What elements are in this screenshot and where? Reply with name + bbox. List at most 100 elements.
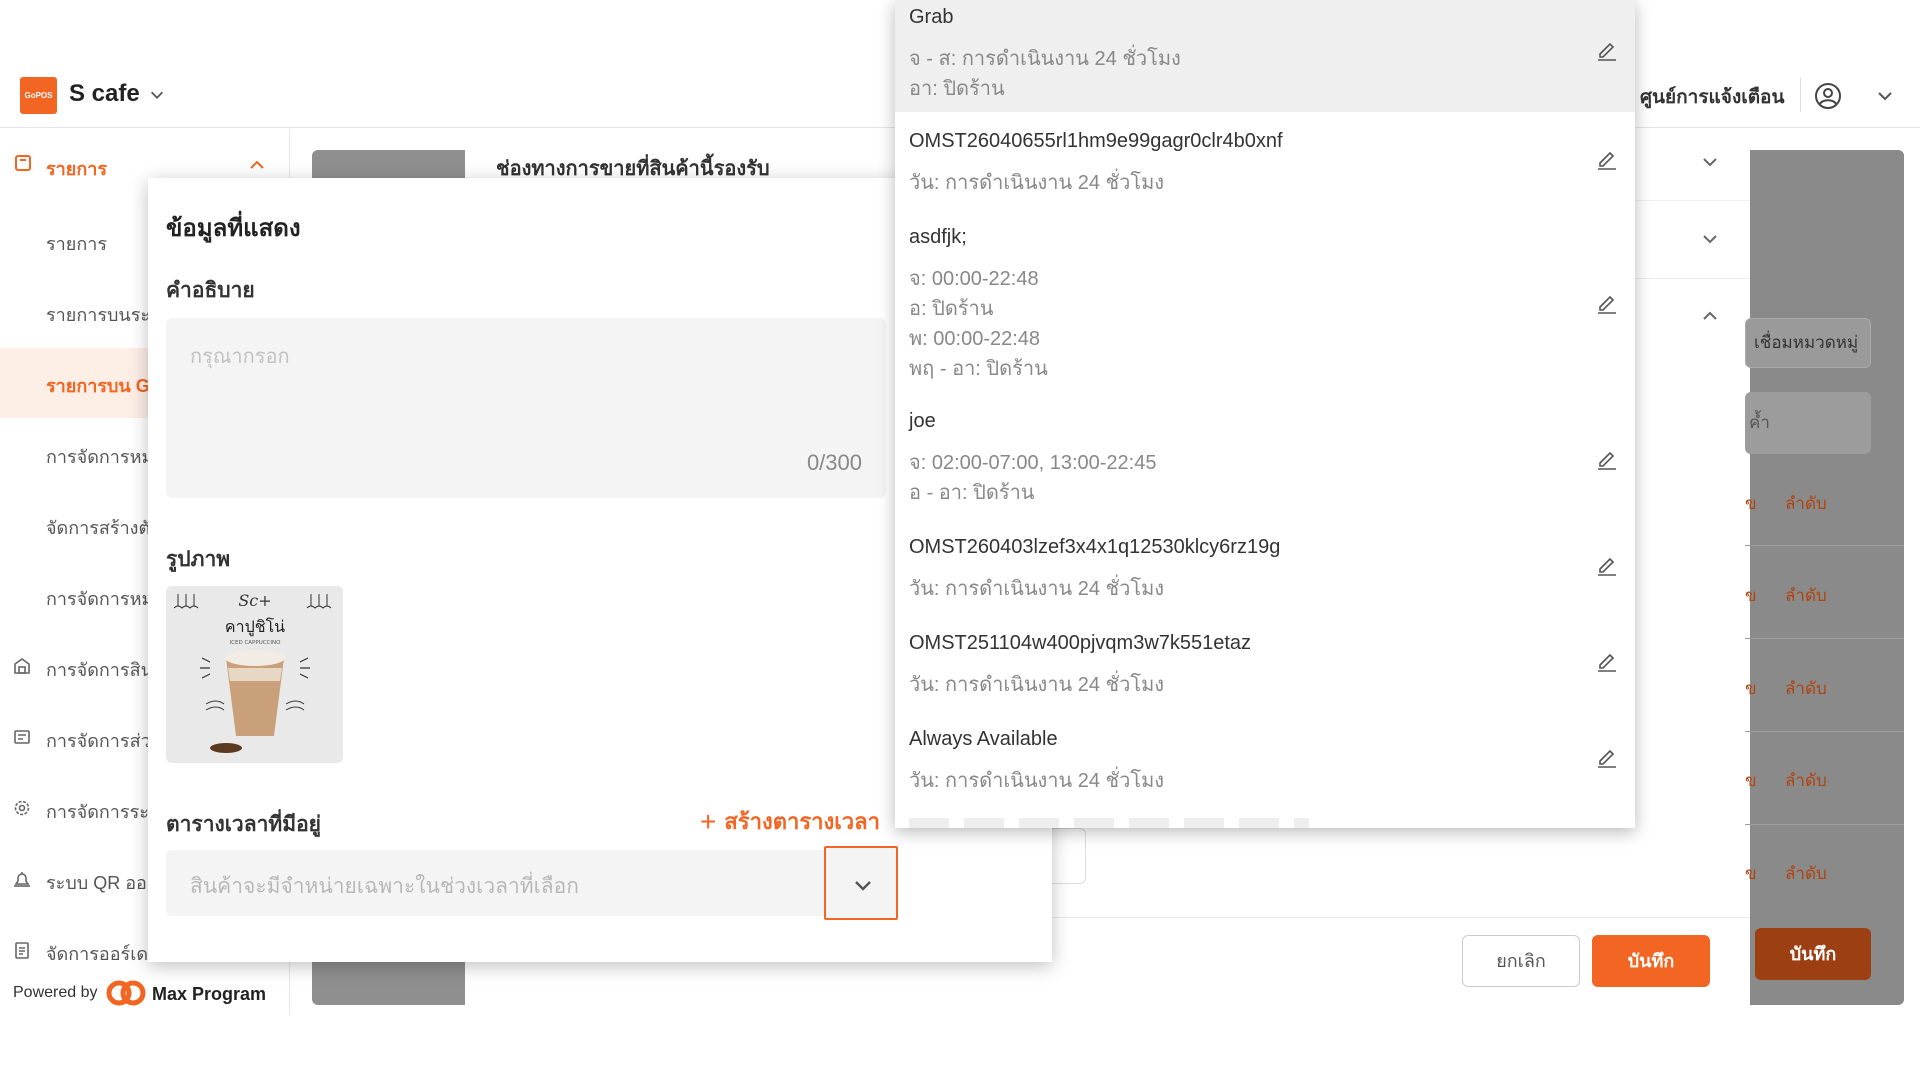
store-name[interactable]: S cafe (69, 80, 140, 108)
schedule-name: asdfjk; (909, 226, 967, 248)
edit-icon[interactable] (1595, 648, 1619, 672)
schedule-option[interactable]: OMST260403lzef3x4x1q12530klcy6rz19g วัน:… (895, 518, 1635, 614)
edit-icon[interactable] (1595, 446, 1619, 470)
schedule-name: Always Available (909, 728, 1058, 750)
clipboard-icon (15, 942, 29, 959)
app-logo: GoPOS (20, 77, 57, 114)
edit-icon[interactable] (1595, 37, 1619, 61)
image-label: รูปภาพ (166, 548, 231, 571)
row-divider (1745, 545, 1904, 546)
sidebar-item-label: การจัดการสิน (46, 660, 153, 680)
edit-icon[interactable] (1595, 552, 1619, 576)
cancel-button[interactable]: ยกเลิก (1462, 935, 1580, 987)
chevron-down-icon[interactable] (148, 86, 166, 104)
row-edit-link[interactable]: ข (1745, 675, 1757, 702)
behind-search-field[interactable]: ค้ำ (1745, 392, 1871, 454)
chevron-up-icon[interactable] (248, 156, 266, 174)
row-order-link[interactable]: ลำดับ (1785, 582, 1827, 609)
create-schedule-label: สร้างตารางเวลา (724, 809, 880, 834)
edit-icon[interactable] (1595, 146, 1619, 170)
sidebar-item-label: การจัดการระ (46, 802, 149, 822)
row-divider (1745, 824, 1904, 825)
schedule-option[interactable]: joe จ: 02:00-07:00, 13:00-22:45 อ - อา: … (895, 392, 1635, 518)
chevron-down-icon[interactable] (1875, 86, 1895, 106)
schedule-option[interactable]: OMST251104w400pjvqm3w7k551etaz วัน: การด… (895, 614, 1635, 710)
list-icon (15, 155, 31, 171)
chevron-down-icon[interactable] (1700, 152, 1720, 172)
divider (1625, 278, 1750, 279)
modal-title: ข้อมูลที่แสดง (166, 215, 301, 242)
sidebar-item-label: จัดการออร์เด (46, 944, 149, 964)
outer-save-button[interactable]: บันทึก (1755, 928, 1871, 980)
schedule-name: OMST251104w400pjvqm3w7k551etaz (909, 632, 1252, 654)
row-order-link[interactable]: ลำดับ (1785, 490, 1827, 517)
sidebar-section-label: รายการ (46, 159, 107, 179)
schedule-hours: วัน: การดำเนินงาน 24 ชั่วโมง (909, 770, 1165, 792)
sidebar-item-label: รายการ (46, 234, 107, 254)
brand-name: Max Program (152, 984, 267, 1004)
behind-select-edge (1050, 828, 1086, 884)
schedule-hours: พ: 00:00-22:48 (909, 328, 1041, 350)
save-button[interactable]: บันทึก (1592, 935, 1710, 987)
sidebar-item-label: จัดการสร้างตั (46, 518, 151, 538)
partial-option-cutoff (909, 818, 1309, 828)
edit-icon[interactable] (1595, 744, 1619, 768)
ticket-icon (14, 730, 30, 744)
link-category-button[interactable]: เชื่อมหมวดหมู่ (1745, 318, 1871, 368)
row-edit-link[interactable]: ข (1745, 490, 1757, 517)
bell-icon (14, 872, 30, 887)
row-order-link[interactable]: ลำดับ (1785, 675, 1827, 702)
row-divider (1745, 638, 1904, 639)
row-order-link[interactable]: ลำดับ (1785, 860, 1827, 887)
schedule-dropdown-toggle[interactable] (824, 846, 898, 920)
schedule-name: Grab (909, 6, 954, 28)
plus-icon: + (700, 806, 717, 837)
row-edit-link[interactable]: ข (1745, 860, 1757, 887)
row-edit-link[interactable]: ข (1745, 767, 1757, 794)
schedule-hours: อ: ปิดร้าน (909, 298, 994, 320)
schedule-select[interactable]: สินค้าจะมีจำหน่ายเฉพาะในช่วงเวลาที่เลือก (166, 850, 841, 916)
image-brand-text: Sc+ (238, 591, 271, 610)
schedule-placeholder: สินค้าจะมีจำหน่ายเฉพาะในช่วงเวลาที่เลือก (190, 875, 579, 898)
sidebar-item-label: การจัดการหม (46, 447, 154, 467)
schedule-name: OMST26040655rl1hm9e99gagr0clr4b0xnf (909, 130, 1283, 152)
schedule-dropdown-list: Grab จ - ส: การดำเนินงาน 24 ชั่วโมง อา: … (895, 0, 1635, 828)
schedule-hours: จ - ส: การดำเนินงาน 24 ชั่วโมง (909, 48, 1181, 70)
sidebar-item-label: รายการบน G (46, 376, 150, 396)
schedule-hours: วัน: การดำเนินงาน 24 ชั่วโมง (909, 172, 1165, 194)
schedule-name: OMST260403lzef3x4x1q12530klcy6rz19g (909, 536, 1281, 558)
header-divider (1800, 78, 1801, 112)
schedule-hours: อ - อา: ปิดร้าน (909, 482, 1035, 504)
product-image[interactable]: Sc+ คาปูชิโน่ ICED CAPPUCCINO (166, 586, 343, 763)
schedule-option[interactable]: asdfjk; จ: 00:00-22:48 อ: ปิดร้าน พ: 00:… (895, 208, 1635, 392)
image-caption-text: คาปูชิโน่ (225, 617, 285, 637)
schedule-option[interactable]: Always Available วัน: การดำเนินงาน 24 ชั… (895, 710, 1635, 806)
chevron-up-icon[interactable] (1700, 306, 1720, 326)
description-textarea[interactable]: กรุณากรอก 0/300 (166, 318, 886, 498)
row-edit-link[interactable]: ข (1745, 582, 1757, 609)
app: GoPOS S cafe ศูนย์การแจ้งเตือน รายการ รา… (0, 0, 1920, 1015)
schedule-hours: จ: 02:00-07:00, 13:00-22:45 (909, 452, 1157, 474)
divider (1625, 200, 1750, 201)
sidebar-item-label: ระบบ QR ออ (46, 873, 147, 893)
chevron-down-icon (855, 881, 871, 891)
notification-center-link[interactable]: ศูนย์การแจ้งเตือน (1640, 82, 1784, 112)
edit-icon[interactable] (1595, 290, 1619, 314)
schedule-hours: วัน: การดำเนินงาน 24 ชั่วโมง (909, 578, 1165, 600)
schedule-name: joe (909, 410, 936, 432)
sidebar-item-label: รายการบนระ (46, 305, 151, 325)
schedule-hours: วัน: การดำเนินงาน 24 ชั่วโมง (909, 674, 1165, 696)
description-label: คำอธิบาย (166, 279, 255, 302)
chevron-down-icon[interactable] (1700, 229, 1720, 249)
schedule-option[interactable]: OMST26040655rl1hm9e99gagr0clr4b0xnf วัน:… (895, 112, 1635, 208)
description-placeholder: กรุณากรอก (190, 346, 290, 368)
user-icon[interactable] (1814, 82, 1842, 110)
char-counter: 0/300 (806, 450, 862, 475)
row-order-link[interactable]: ลำดับ (1785, 767, 1827, 794)
schedule-option[interactable]: Grab จ - ส: การดำเนินงาน 24 ชั่วโมง อา: … (895, 0, 1635, 112)
schedule-hours: พฤ - อา: ปิดร้าน (909, 358, 1048, 380)
settings-icon (14, 800, 30, 816)
create-schedule-button[interactable]: + สร้างตารางเวลา (700, 804, 880, 839)
image-subcaption-text: ICED CAPPUCCINO (230, 640, 282, 646)
product-image-graphic: Sc+ คาปูชิโน่ ICED CAPPUCCINO (166, 586, 343, 763)
